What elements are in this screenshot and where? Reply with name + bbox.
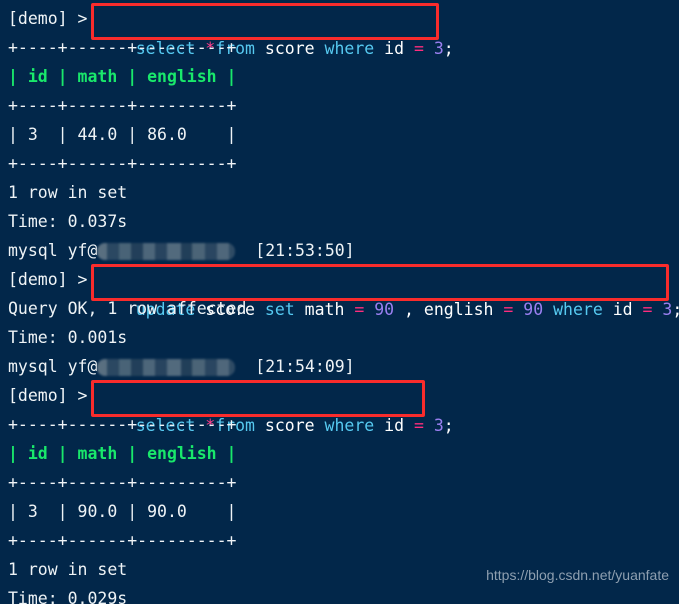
- sql-operator-equals: =: [642, 300, 653, 319]
- table-rule-mid-1: +----+------+---------+: [8, 96, 237, 115]
- session-line-3: mysql yf@ [21:54:09]: [8, 352, 355, 382]
- sql-literal-3: 3: [433, 39, 444, 58]
- table-rule-bot-1: +----+------+---------+: [8, 154, 237, 173]
- table-data-row-3: | 3 | 90.0 | 90.0 |: [8, 502, 237, 521]
- terminal-window[interactable]: [demo] > select *from score where id = 3…: [0, 0, 679, 604]
- session-line-2: mysql yf@ [21:53:50]: [8, 236, 355, 266]
- masked-hostname: [97, 352, 236, 382]
- status-time-3: Time: 0.029s: [8, 589, 128, 604]
- sql-command-2[interactable]: update score set math = 90 , english = 9…: [96, 265, 679, 319]
- table-rule-top-3: +----+------+---------+: [8, 415, 237, 434]
- sql-literal-3: 3: [433, 416, 444, 435]
- db-prompt: [demo] >: [8, 386, 88, 405]
- prompt-line-1: [demo] >: [8, 4, 87, 34]
- sql-operator-equals: =: [354, 300, 365, 319]
- sql-literal-english-90: 90: [523, 300, 544, 319]
- db-prompt: [demo] >: [8, 9, 88, 28]
- sql-literal-3: 3: [662, 300, 673, 319]
- sql-semicolon: ;: [443, 416, 454, 435]
- table-header-row-3: | id | math | english |: [8, 444, 237, 463]
- table-rule-bot-3: +----+------+---------+: [8, 531, 237, 550]
- sql-column-math: math: [304, 300, 345, 319]
- sql-semicolon: ;: [443, 39, 454, 58]
- session-timestamp: [21:53:50]: [255, 241, 355, 260]
- prompt-line-2: [demo] >: [8, 265, 87, 295]
- sql-comma: ,: [404, 300, 414, 319]
- table-data-row-1: | 3 | 44.0 | 86.0 |: [8, 125, 237, 144]
- sql-literal-math-90: 90: [374, 300, 395, 319]
- session-user-prefix: mysql yf@: [8, 357, 98, 376]
- table-rule-mid-3: +----+------+---------+: [8, 473, 237, 492]
- sql-semicolon: ;: [672, 300, 679, 319]
- sql-command-1[interactable]: select *from score where id = 3;: [96, 4, 454, 58]
- sql-command-3[interactable]: select *from score where id = 3;: [96, 381, 454, 435]
- sql-keyword-where: where: [324, 416, 375, 435]
- status-rows-3: 1 row in set: [8, 560, 128, 579]
- masked-hostname: [97, 236, 236, 266]
- sql-keyword-where: where: [324, 39, 375, 58]
- sql-operator-equals: =: [413, 39, 424, 58]
- sql-column-english: english: [423, 300, 494, 319]
- table-rule-top-1: +----+------+---------+: [8, 38, 237, 57]
- sql-keyword-set: set: [264, 300, 295, 319]
- session-user-prefix: mysql yf@: [8, 241, 98, 260]
- status-rows-1: 1 row in set: [8, 183, 128, 202]
- sql-table-score: score: [264, 416, 315, 435]
- sql-column-id: id: [384, 39, 405, 58]
- sql-column-id: id: [612, 300, 633, 319]
- db-prompt: [demo] >: [8, 270, 88, 289]
- watermark: https://blog.csdn.net/yuanfate: [486, 567, 669, 583]
- sql-keyword-where: where: [553, 300, 603, 319]
- sql-table-score: score: [264, 39, 315, 58]
- sql-operator-equals: =: [413, 416, 424, 435]
- status-time-1: Time: 0.037s: [8, 212, 128, 231]
- sql-operator-equals: =: [503, 300, 514, 319]
- session-timestamp: [21:54:09]: [255, 357, 355, 376]
- status-query-ok-2: Query OK, 1 row affected: [8, 299, 247, 318]
- prompt-line-3: [demo] >: [8, 381, 87, 411]
- table-header-row-1: | id | math | english |: [8, 67, 237, 86]
- sql-column-id: id: [384, 416, 405, 435]
- status-time-2: Time: 0.001s: [8, 328, 128, 347]
